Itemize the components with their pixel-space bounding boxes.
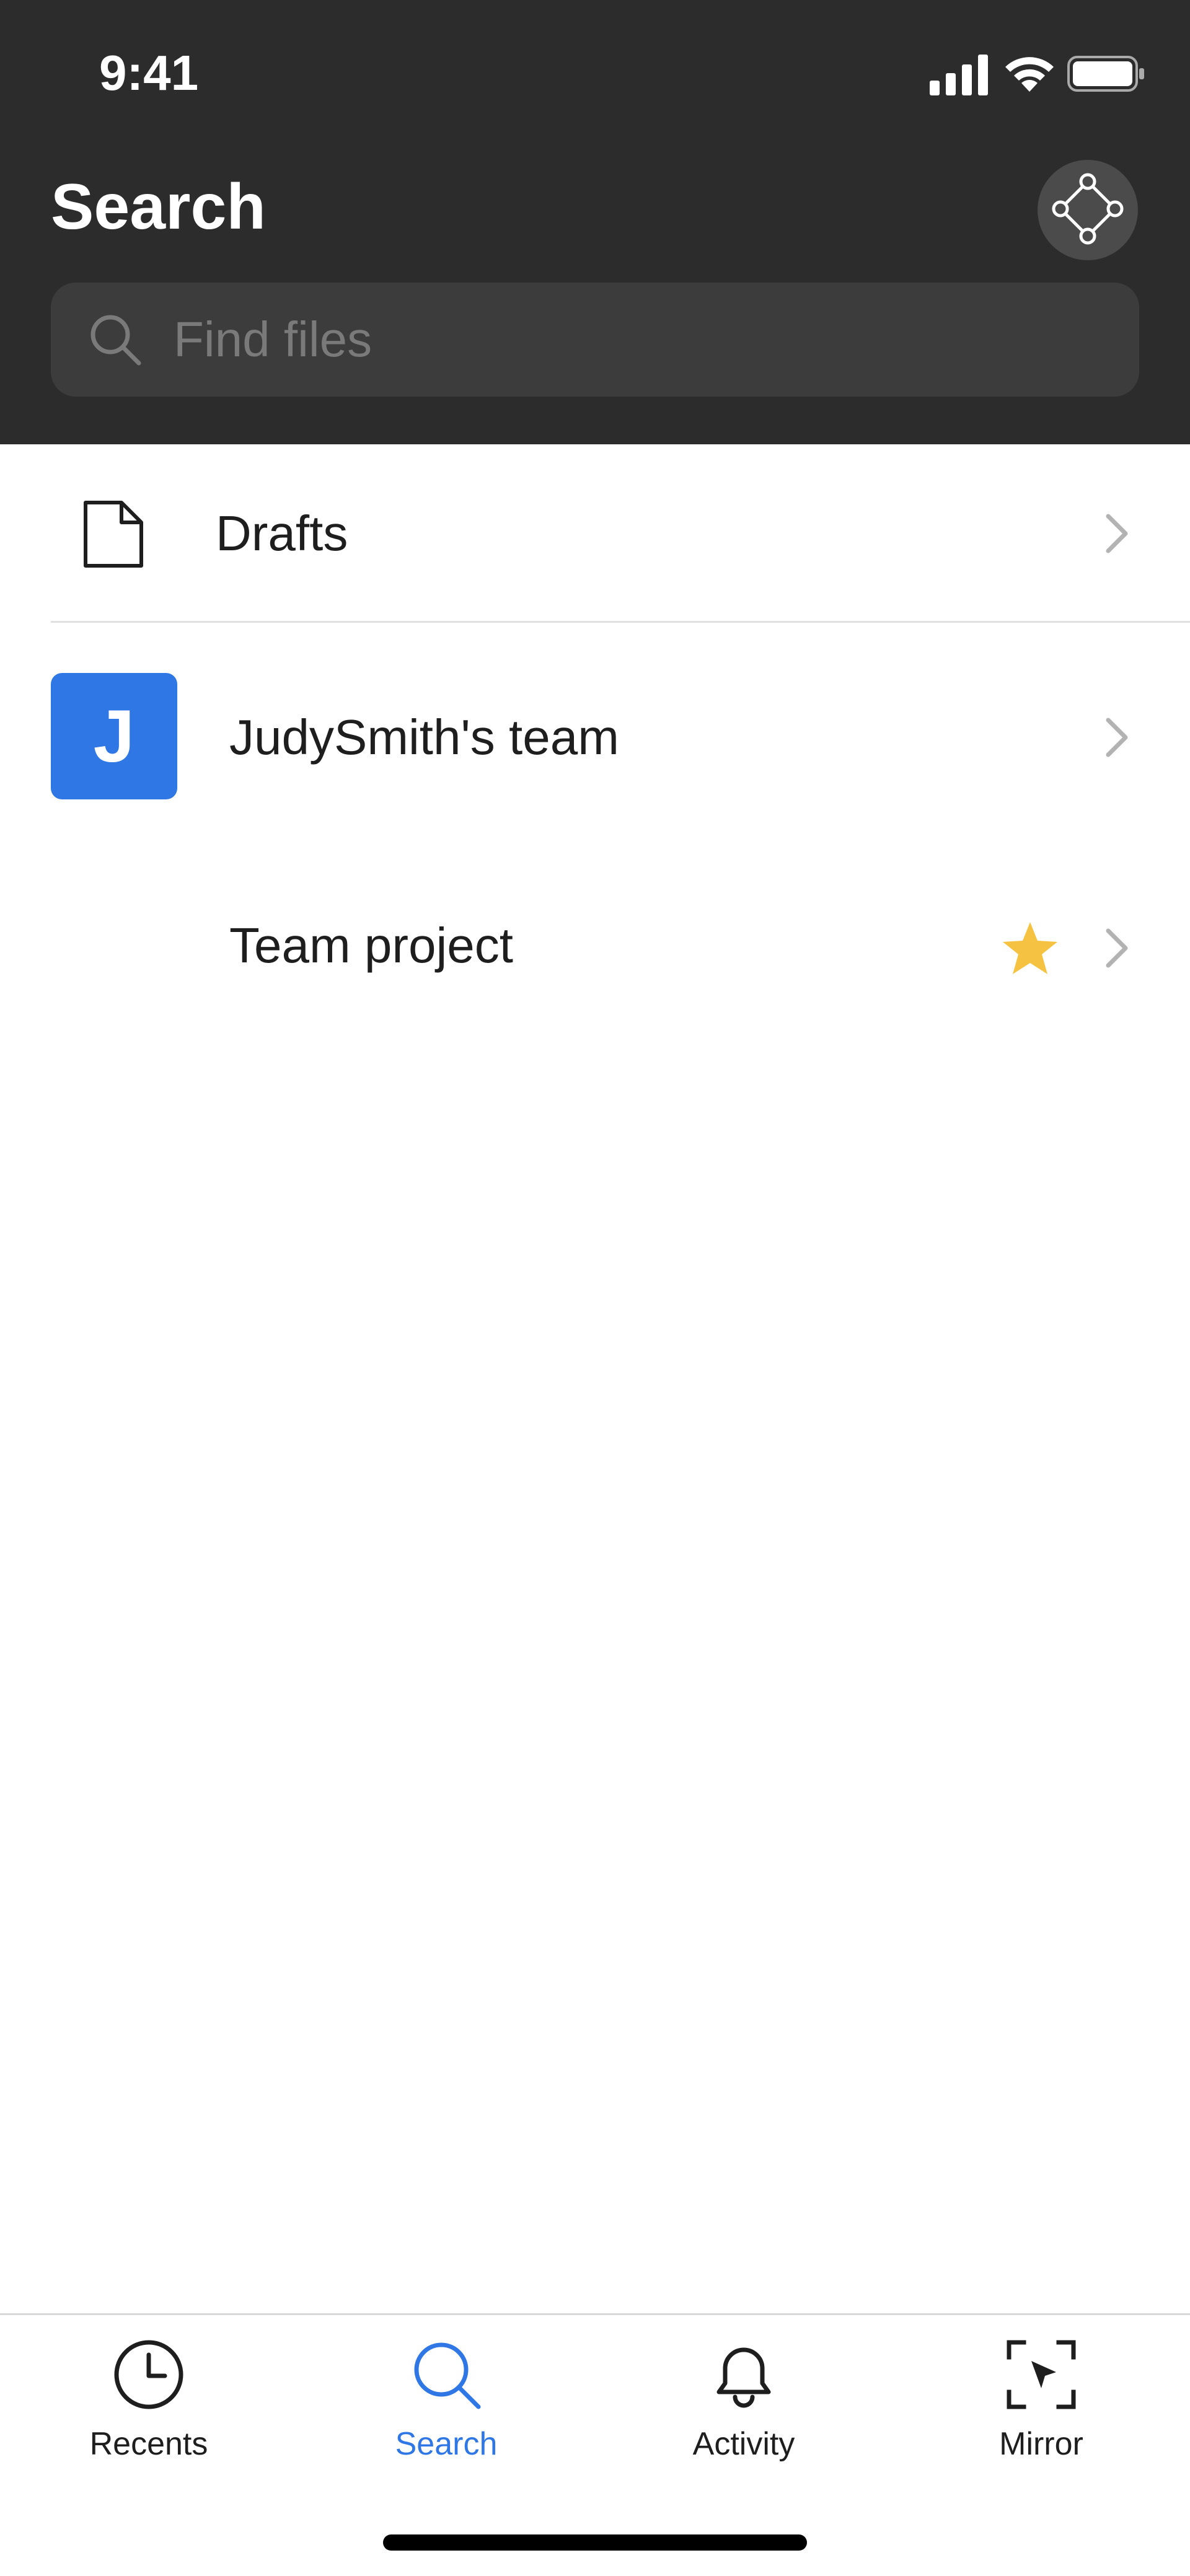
bell-icon [707, 2337, 781, 2412]
chevron-right-icon [1103, 511, 1130, 556]
tab-search[interactable]: Search [298, 2315, 595, 2501]
search-bar[interactable] [51, 283, 1139, 397]
page-title: Search [51, 171, 266, 243]
star-icon[interactable] [1000, 918, 1060, 978]
app-root: 9:41 Search Find files Drafts J JudySmit… [0, 0, 1190, 2576]
drafts-label: Drafts [216, 506, 348, 561]
tab-mirror[interactable]: Mirror [892, 2315, 1190, 2501]
team-avatar: J [51, 673, 177, 799]
tab-mirror-label: Mirror [999, 2426, 1083, 2462]
clock-icon [112, 2337, 186, 2412]
tab-activity-label: Activity [692, 2426, 795, 2462]
document-icon [83, 500, 144, 568]
tab-recents-label: Recents [89, 2426, 208, 2462]
drafts-row[interactable]: Drafts [0, 444, 1190, 622]
tab-recents[interactable]: Recents [0, 2315, 298, 2501]
header: 9:41 Search Find files [0, 0, 1190, 444]
status-time: 9:41 [99, 45, 199, 100]
team-label: JudySmith's team [229, 710, 619, 765]
battery-icon [1067, 56, 1145, 92]
wifi-icon [1003, 52, 1056, 95]
project-row[interactable]: Team project [0, 851, 1190, 1044]
home-indicator [383, 2534, 807, 2551]
project-label: Team project [229, 918, 513, 973]
plugins-button[interactable] [1038, 160, 1138, 260]
tab-search-label: Search [395, 2426, 498, 2462]
component-diamond-icon [1051, 172, 1125, 249]
team-row[interactable]: J JudySmith's team [0, 622, 1190, 851]
tab-activity[interactable]: Activity [595, 2315, 892, 2501]
mirror-icon [1004, 2337, 1078, 2412]
signal-icon [930, 52, 989, 95]
status-icons [930, 52, 1147, 95]
search-input[interactable] [172, 283, 1114, 397]
chevron-right-icon [1103, 715, 1130, 760]
chevron-right-icon [1103, 926, 1130, 970]
search-icon [87, 311, 144, 368]
search-icon [409, 2337, 483, 2412]
